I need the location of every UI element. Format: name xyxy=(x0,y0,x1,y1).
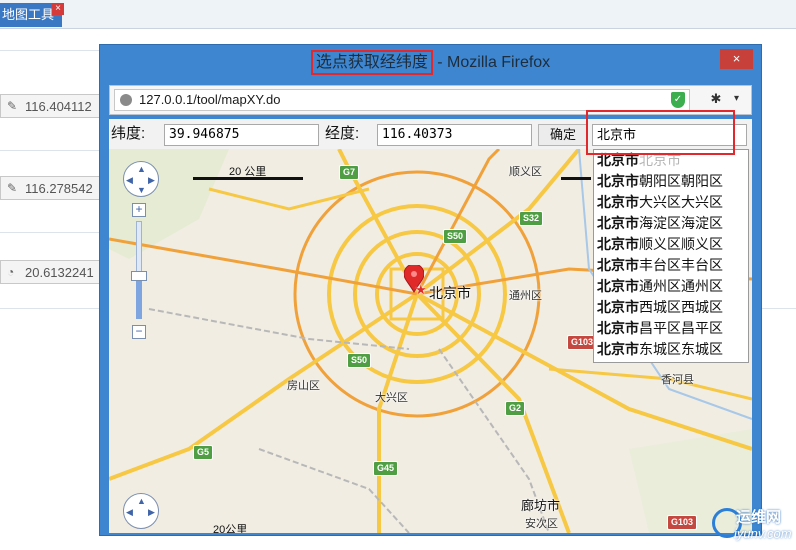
suggestion-item[interactable]: 北京市丰台区丰台区 xyxy=(594,255,748,276)
background-value-row[interactable]: ◔ 20.6132241 xyxy=(0,260,110,284)
url-text: 127.0.0.1/tool/mapXY.do xyxy=(139,92,281,107)
suggestion-dropdown: 北京市北京市 北京市朝阳区朝阳区 北京市大兴区大兴区 北京市海淀区海淀区 北京市顺义区顺… xyxy=(593,149,749,363)
place-label: 房山区 xyxy=(287,380,320,392)
longitude-label: 经度: xyxy=(325,125,360,142)
city-label: 北京市 xyxy=(429,285,471,301)
page-content: 纬度: 39.946875 经度: 116.40373 确定 北京市 ▲ ▼ ◀… xyxy=(109,119,752,533)
firefox-window: 选点获取经纬度 - Mozilla Firefox × 127.0.0.1/to… xyxy=(99,44,762,536)
pan-up-icon[interactable]: ▲ xyxy=(137,164,146,174)
suggestion-match: 北京市 xyxy=(597,278,639,294)
pan-control-bottom[interactable]: ▲ ◀ ▶ xyxy=(123,493,159,529)
security-shield-icon[interactable]: ✓ xyxy=(671,92,685,108)
latitude-label: 纬度: xyxy=(111,125,146,142)
url-field[interactable]: 127.0.0.1/tool/mapXY.do ✓ xyxy=(114,89,690,111)
edit-icon: ✎ xyxy=(7,99,18,113)
window-title-app: - Mozilla Firefox xyxy=(432,54,551,71)
road-shield: G45 xyxy=(373,461,399,476)
suggestion-match: 北京市 xyxy=(597,194,639,210)
background-value-row[interactable]: ✎ 116.404112 xyxy=(0,94,110,118)
search-highlight-box xyxy=(586,110,735,155)
globe-icon xyxy=(120,94,132,106)
suggestion-rest: 昌平区昌平区 xyxy=(639,320,723,336)
suggestion-item[interactable]: 北京市顺义区顺义区 xyxy=(594,234,748,255)
suggestion-rest: 大兴区大兴区 xyxy=(639,194,723,210)
road-shield: G103 xyxy=(667,515,698,530)
suggestion-rest: 西城区西城区 xyxy=(639,299,723,315)
background-value: 116.404112 xyxy=(25,99,92,114)
suggestion-item[interactable]: 北京市朝阳区朝阳区 xyxy=(594,171,748,192)
suggestion-item[interactable]: 北京市通州区通州区 xyxy=(594,276,748,297)
pan-left-icon[interactable]: ◀ xyxy=(126,175,133,185)
background-tab-label: 地图工具 xyxy=(2,7,55,22)
window-title-highlight: 选点获取经纬度 xyxy=(310,50,433,75)
suggestion-match: 北京市 xyxy=(597,341,639,357)
suggestion-rest: 通州区通州区 xyxy=(639,278,723,294)
latitude-input[interactable]: 39.946875 xyxy=(164,124,319,146)
pan-right-icon[interactable]: ▶ xyxy=(148,175,155,185)
suggestion-rest: 丰台区丰台区 xyxy=(639,257,723,273)
suggestion-rest: 海淀区海淀区 xyxy=(639,215,723,231)
suggestion-item[interactable]: 北京市大兴区大兴区 xyxy=(594,192,748,213)
background-tab-close-icon[interactable]: × xyxy=(52,3,64,15)
zoom-level-fill xyxy=(136,277,142,319)
window-close-button[interactable]: × xyxy=(720,49,753,69)
scale-bar xyxy=(193,177,303,180)
place-label: 通州区 xyxy=(509,290,542,302)
suggestion-match: 北京市 xyxy=(597,236,639,252)
background-divider xyxy=(0,232,110,233)
scale-bar xyxy=(561,177,591,180)
background-divider xyxy=(0,150,110,151)
zoom-slider-handle[interactable] xyxy=(131,271,147,281)
background-value-row[interactable]: ✎ 116.278542 xyxy=(0,176,110,200)
suggestion-rest: 顺义区顺义区 xyxy=(639,236,723,252)
pan-up-icon[interactable]: ▲ xyxy=(137,496,146,506)
road-shield: S50 xyxy=(347,353,372,368)
place-label: 安次区 xyxy=(525,518,558,530)
pan-right-icon[interactable]: ▶ xyxy=(148,507,155,517)
place-label: 大兴区 xyxy=(375,392,408,404)
place-label: 香河县 xyxy=(661,374,694,386)
place-label: 顺义区 xyxy=(509,166,542,178)
suggestion-match: 北京市 xyxy=(597,173,639,189)
suggestion-item[interactable]: 北京市东城区东城区 xyxy=(594,339,748,360)
zoom-control: + − xyxy=(131,203,147,339)
suggestion-match: 北京市 xyxy=(597,320,639,336)
confirm-button[interactable]: 确定 xyxy=(538,124,588,146)
chevron-down-icon[interactable]: ▾ xyxy=(734,91,746,107)
watermark-subtitle: iyunv.com xyxy=(734,526,792,541)
watermark-logo: 运维网 iyunv.com xyxy=(712,506,796,546)
background-value: 116.278542 xyxy=(25,181,93,196)
road-shield: G7 xyxy=(339,165,360,180)
road-shield: G5 xyxy=(193,445,214,460)
suggestion-rest: 东城区东城区 xyxy=(639,341,723,357)
suggestion-rest: 朝阳区朝阳区 xyxy=(639,173,723,189)
suggestion-item[interactable]: 北京市西城区西城区 xyxy=(594,297,748,318)
road-shield: S50 xyxy=(443,229,468,244)
road-shield: G2 xyxy=(505,401,526,416)
longitude-input[interactable]: 116.40373 xyxy=(377,124,532,146)
pan-left-icon[interactable]: ◀ xyxy=(126,507,133,517)
road-shield: S32 xyxy=(519,211,544,226)
scale-label-bottom: 20公里 xyxy=(213,524,248,533)
suggestion-match: 北京市 xyxy=(597,299,639,315)
background-divider xyxy=(0,50,110,51)
place-label: 廊坊市 xyxy=(521,498,561,513)
pan-down-icon[interactable]: ▼ xyxy=(137,185,146,195)
edit-icon: ✎ xyxy=(7,181,18,195)
watermark-title: 运维网 xyxy=(736,509,782,526)
gauge-icon: ◔ xyxy=(7,265,15,279)
background-tab-bar: 地图工具 × xyxy=(0,0,796,29)
zoom-out-button[interactable]: − xyxy=(132,325,146,339)
suggestion-item[interactable]: 北京市海淀区海淀区 xyxy=(594,213,748,234)
pan-control[interactable]: ▲ ▼ ◀ ▶ xyxy=(123,161,159,197)
background-value: 20.6132241 xyxy=(25,265,94,280)
suggestion-match: 北京市 xyxy=(597,257,639,273)
firebug-icon[interactable]: ✱ xyxy=(708,91,724,107)
window-title: 选点获取经纬度 - Mozilla Firefox xyxy=(100,45,761,79)
suggestion-match: 北京市 xyxy=(597,215,639,231)
suggestion-item[interactable]: 北京市昌平区昌平区 xyxy=(594,318,748,339)
zoom-in-button[interactable]: + xyxy=(132,203,146,217)
city-star-icon: ★ xyxy=(415,282,427,297)
